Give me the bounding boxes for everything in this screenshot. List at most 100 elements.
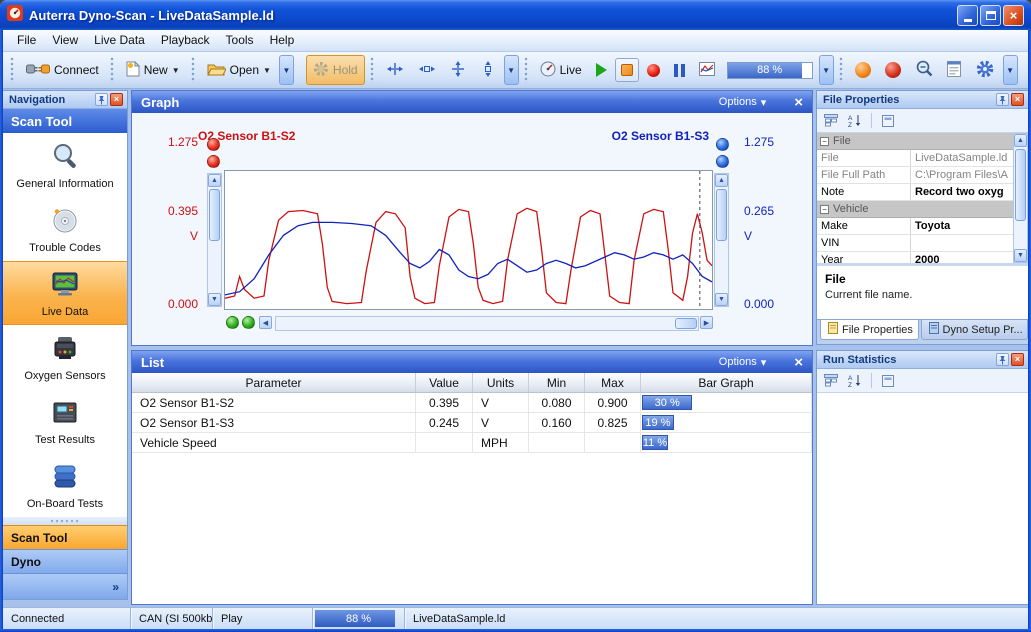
table-row[interactable]: Vehicle Speed MPH 11 %: [132, 433, 812, 453]
property-row[interactable]: File LiveDataSample.ld: [817, 150, 1013, 167]
right-series-marker-button[interactable]: [716, 155, 729, 168]
table-row[interactable]: O2 Sensor B1-S3 0.245 V 0.160 0.825 19 %: [132, 413, 812, 433]
toolbar-grip[interactable]: [10, 57, 15, 83]
open-button[interactable]: Open ▼: [201, 55, 277, 85]
right-series-marker-button[interactable]: [716, 138, 729, 151]
graph-plot-area[interactable]: [224, 170, 713, 310]
close-icon[interactable]: ×: [110, 93, 123, 106]
column-header-units[interactable]: Units: [473, 373, 529, 392]
left-series-marker-button[interactable]: [207, 155, 220, 168]
column-header-min[interactable]: Min: [529, 373, 585, 392]
report-button[interactable]: [941, 55, 967, 85]
sidebar-item-trouble-codes[interactable]: Trouble Codes: [3, 197, 127, 261]
record-button[interactable]: [641, 55, 666, 85]
play-button[interactable]: [590, 55, 613, 85]
sidebar-item-oxygen-sensors[interactable]: Oxygen Sensors: [3, 325, 127, 389]
scroll-up-button[interactable]: ▲: [715, 174, 728, 187]
title-bar[interactable]: Auterra Dyno-Scan - LiveDataSample.ld ×: [0, 0, 1031, 30]
left-series-marker-button[interactable]: [207, 138, 220, 151]
scrollbar-thumb[interactable]: [209, 189, 220, 241]
property-category-file[interactable]: −File: [817, 133, 1013, 150]
group-button-dyno[interactable]: Dyno: [3, 549, 127, 573]
column-header-value[interactable]: Value: [416, 373, 473, 392]
categorized-view-button[interactable]: [820, 111, 842, 130]
sidebar-item-on-board-tests[interactable]: On-Board Tests: [3, 453, 127, 517]
toolbar-grip[interactable]: [370, 57, 375, 83]
scrollbar-thumb[interactable]: [716, 189, 727, 241]
pin-icon[interactable]: [996, 93, 1009, 106]
column-header-bar-graph[interactable]: Bar Graph: [641, 373, 812, 392]
pan-x-axis-button[interactable]: [412, 55, 442, 85]
group-button-scan-tool[interactable]: Scan Tool: [3, 525, 127, 549]
scroll-down-button[interactable]: ▼: [715, 293, 728, 306]
property-grid-scrollbar[interactable]: ▲ ▼: [1013, 133, 1028, 263]
property-category-vehicle[interactable]: −Vehicle: [817, 201, 1013, 218]
tools-dropdown[interactable]: ▼: [1003, 55, 1018, 85]
pan-left-button[interactable]: [226, 316, 239, 329]
scroll-down-button[interactable]: ▼: [1014, 249, 1027, 262]
sidebar-item-live-data[interactable]: Live Data: [3, 261, 127, 325]
property-row[interactable]: File Full Path C:\Program Files\A: [817, 167, 1013, 184]
snapshot-button[interactable]: [693, 55, 721, 85]
scrollbar-thumb[interactable]: [675, 318, 697, 329]
pan-right-button[interactable]: [242, 316, 255, 329]
axis-tools-dropdown[interactable]: ▼: [504, 55, 519, 85]
red-ball-button[interactable]: [879, 55, 907, 85]
scrollbar-thumb[interactable]: [1015, 149, 1026, 221]
alphabetical-sort-button[interactable]: AZ: [844, 111, 866, 130]
graph-close-button[interactable]: ×: [794, 95, 803, 110]
settings-button[interactable]: [969, 55, 1001, 85]
time-scrollbar[interactable]: [275, 316, 699, 331]
orange-ball-button[interactable]: [849, 55, 877, 85]
menu-help[interactable]: Help: [262, 30, 303, 51]
pin-icon[interactable]: [95, 93, 108, 106]
property-pages-button[interactable]: [877, 371, 899, 390]
pan-y-axis-button[interactable]: [474, 55, 502, 85]
pin-icon[interactable]: [996, 353, 1009, 366]
tab-file-properties[interactable]: File Properties: [820, 320, 919, 340]
graph-options-button[interactable]: Options ▾: [719, 96, 766, 109]
scroll-left-button[interactable]: ◀: [259, 316, 272, 329]
column-header-parameter[interactable]: Parameter: [132, 373, 416, 392]
close-button[interactable]: ×: [1003, 5, 1024, 26]
scroll-up-button[interactable]: ▲: [1014, 134, 1027, 147]
scroll-right-button[interactable]: ▶: [700, 316, 713, 329]
scroll-down-button[interactable]: ▼: [208, 293, 221, 306]
zoom-out-button[interactable]: [909, 55, 939, 85]
close-icon[interactable]: ×: [1011, 93, 1024, 106]
property-row[interactable]: VIN: [817, 235, 1013, 252]
tab-dyno-setup[interactable]: Dyno Setup Pr...: [921, 320, 1028, 340]
toolbar-grip[interactable]: [191, 57, 196, 83]
scroll-up-button[interactable]: ▲: [208, 174, 221, 187]
alphabetical-sort-button[interactable]: AZ: [844, 371, 866, 390]
property-row[interactable]: Note Record two oxyg: [817, 184, 1013, 201]
pause-button[interactable]: [668, 55, 691, 85]
menu-tools[interactable]: Tools: [218, 30, 262, 51]
hold-button[interactable]: Hold: [306, 55, 365, 85]
menu-playback[interactable]: Playback: [153, 30, 218, 51]
toolbar-grip[interactable]: [839, 57, 844, 83]
close-icon[interactable]: ×: [1011, 353, 1024, 366]
menu-live-data[interactable]: Live Data: [86, 30, 153, 51]
property-row[interactable]: Make Toyota: [817, 218, 1013, 235]
collapse-icon[interactable]: −: [820, 137, 829, 146]
menu-file[interactable]: File: [9, 30, 44, 51]
playback-tools-dropdown[interactable]: ▼: [819, 55, 834, 85]
zoom-x-axis-button[interactable]: [380, 55, 410, 85]
property-pages-button[interactable]: [877, 111, 899, 130]
stop-button[interactable]: [615, 58, 639, 82]
toolbar-grip[interactable]: [110, 57, 115, 83]
left-axis-scrollbar[interactable]: ▲ ▼: [207, 173, 222, 307]
menu-view[interactable]: View: [44, 30, 86, 51]
list-options-button[interactable]: Options ▾: [719, 356, 766, 369]
zoom-y-axis-button[interactable]: [444, 55, 472, 85]
toolbar-grip[interactable]: [524, 57, 529, 83]
list-close-button[interactable]: ×: [794, 355, 803, 370]
property-row[interactable]: Year 2000: [817, 252, 1013, 263]
column-header-max[interactable]: Max: [585, 373, 641, 392]
nav-splitter-grip[interactable]: [3, 517, 127, 525]
new-button[interactable]: New ▼: [120, 55, 186, 85]
collapse-icon[interactable]: −: [820, 205, 829, 214]
minimize-button[interactable]: [957, 5, 978, 26]
categorized-view-button[interactable]: [820, 371, 842, 390]
